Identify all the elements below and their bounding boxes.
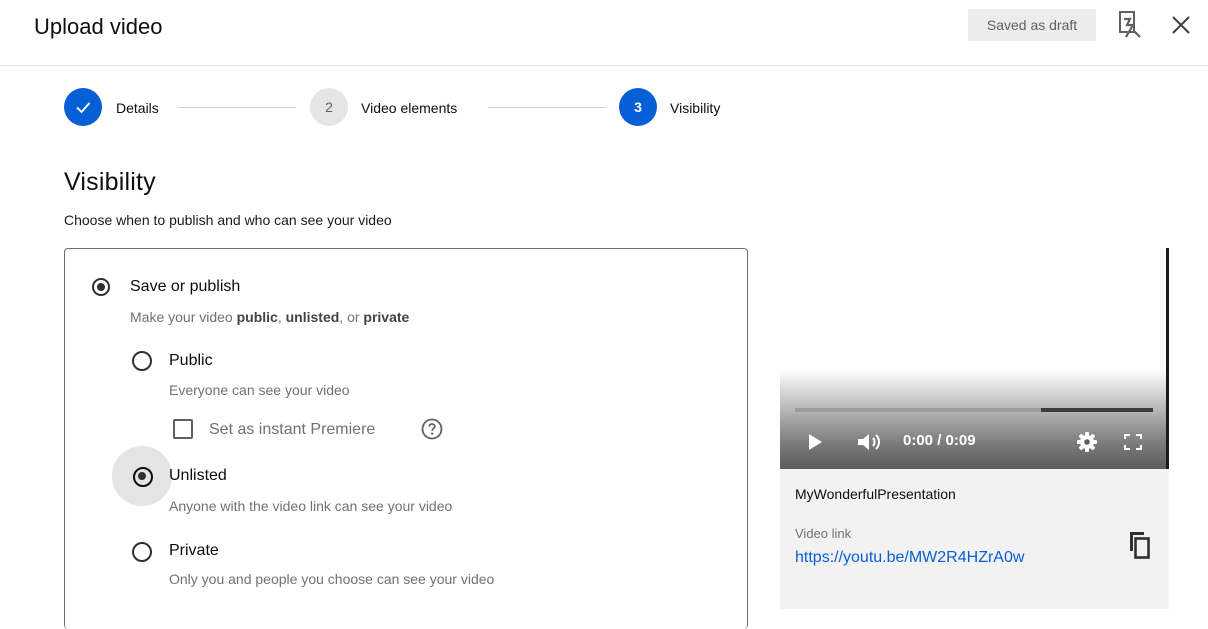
step-connector [178,107,296,108]
instant-premiere-checkbox[interactable] [173,419,193,439]
step-video-elements-number[interactable]: 2 [310,88,348,126]
fullscreen-icon[interactable] [1122,432,1144,452]
check-icon [76,102,91,114]
step-visibility-number[interactable]: 3 [619,88,657,126]
unlisted-label[interactable]: Unlisted [169,465,227,487]
close-icon[interactable] [1168,12,1194,38]
video-file-name: MyWonderfulPresentation [795,486,956,502]
page-title: Upload video [34,14,163,39]
step-details-done-badge[interactable] [64,88,102,126]
private-label[interactable]: Private [169,540,219,562]
unlisted-desc: Anyone with the video link can see your … [169,498,453,514]
header-divider [0,65,1208,66]
save-or-publish-label[interactable]: Save or publish [130,276,240,298]
settings-icon[interactable] [1075,430,1099,454]
private-desc: Only you and people you choose can see y… [169,571,495,587]
step-visibility-label[interactable]: Visibility [670,98,720,118]
public-desc: Everyone can see your video [169,382,350,398]
public-radio[interactable] [132,351,152,371]
save-or-publish-desc: Make your video public, unlisted, or pri… [130,309,410,325]
video-time-display: 0:00 / 0:09 [903,432,976,449]
video-link-label: Video link [795,526,852,541]
visibility-subtitle: Choose when to publish and who can see y… [64,212,392,228]
step-details-label[interactable]: Details [116,98,159,118]
video-link[interactable]: https://youtu.be/MW2R4HZrA0w [795,547,1024,569]
play-icon[interactable] [806,432,824,452]
video-buffer-bar [1041,408,1153,412]
public-label[interactable]: Public [169,350,213,372]
help-icon[interactable] [421,418,443,440]
visibility-heading: Visibility [64,168,156,196]
copy-icon[interactable] [1124,530,1152,560]
video-controls-gradient [780,370,1169,469]
private-radio[interactable] [132,542,152,562]
unlisted-radio[interactable] [133,467,153,487]
volume-icon[interactable] [856,431,884,453]
step-connector [488,107,606,108]
video-edge [1166,248,1169,469]
instant-premiere-label[interactable]: Set as instant Premiere [209,419,375,441]
report-icon[interactable] [1116,9,1144,41]
step-video-elements-label[interactable]: Video elements [361,98,457,118]
save-or-publish-radio[interactable] [92,278,110,296]
draft-status-badge: Saved as draft [968,9,1096,41]
